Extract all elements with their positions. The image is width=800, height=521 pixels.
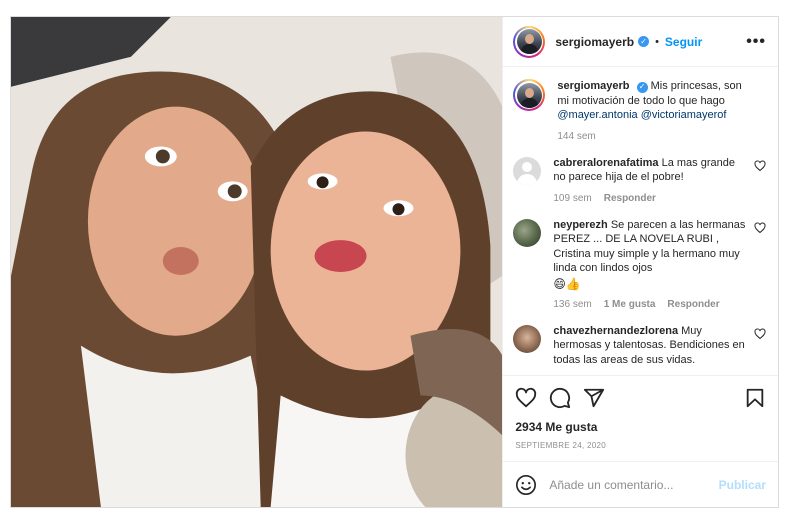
follow-button[interactable]: Seguir: [665, 35, 702, 49]
comment-like-heart-icon[interactable]: [754, 221, 766, 234]
comment-emojis: 😄👍: [553, 276, 581, 291]
post-side-panel: sergiomayerb ✓ • Seguir ••• sergiomayerb…: [502, 17, 778, 507]
comment-time[interactable]: 109 sem: [553, 193, 591, 204]
caption-time[interactable]: 144 sem: [557, 131, 595, 142]
comment-like-heart-icon[interactable]: [754, 327, 766, 340]
comment-item: chavezhernandezlorena Muy hermosas y tal…: [513, 324, 766, 368]
likes-count[interactable]: 2934 Me gusta: [515, 420, 766, 434]
post-header: sergiomayerb ✓ • Seguir •••: [503, 17, 778, 67]
publish-button[interactable]: Publicar: [719, 478, 766, 492]
caption-avatar[interactable]: [513, 79, 546, 111]
comment-time[interactable]: 136 sem: [553, 299, 591, 310]
post-photo[interactable]: [11, 17, 503, 507]
commenter-username[interactable]: neyperezh: [553, 219, 607, 231]
comment-input[interactable]: [549, 477, 719, 492]
commenter-avatar[interactable]: [513, 156, 542, 185]
instagram-post: sergiomayerb ✓ • Seguir ••• sergiomayerb…: [10, 16, 779, 508]
post-photo-illustration: [11, 17, 503, 507]
emoji-icon[interactable]: [515, 474, 537, 496]
comment-item: neyperezh Se parecen a las hermanas PERE…: [513, 218, 766, 310]
comment-icon[interactable]: [549, 387, 571, 409]
verified-badge-icon: ✓: [636, 81, 648, 93]
header-separator: •: [655, 35, 659, 48]
mention-link[interactable]: @victoriamayerof: [641, 109, 727, 121]
post-actions: 2934 Me gusta Septiembre 24, 2020: [503, 375, 778, 461]
more-options-icon[interactable]: •••: [746, 33, 766, 51]
comment-likes[interactable]: 1 Me gusta: [604, 299, 656, 310]
commenter-avatar[interactable]: [513, 324, 542, 353]
mention-link[interactable]: @mayer.antonia: [557, 109, 637, 121]
verified-badge-icon: ✓: [638, 36, 650, 47]
commenter-username[interactable]: cabreralorenafatima: [553, 157, 658, 169]
post-date[interactable]: Septiembre 24, 2020: [515, 441, 766, 450]
post-caption: sergiomayerb ✓ Mis princesas, son mi mot…: [513, 79, 766, 142]
comment-like-heart-icon[interactable]: [754, 159, 766, 172]
reply-button[interactable]: Responder: [604, 193, 656, 204]
add-comment-bar: Publicar: [503, 461, 778, 507]
author-avatar-image: [516, 29, 542, 54]
caption-username[interactable]: sergiomayerb: [557, 80, 629, 92]
caption-text: sergiomayerb ✓ Mis princesas, son mi mot…: [557, 79, 748, 123]
reply-button[interactable]: Responder: [667, 299, 719, 310]
heart-icon[interactable]: [515, 387, 537, 409]
bookmark-icon[interactable]: [744, 387, 766, 409]
commenter-username[interactable]: chavezhernandezlorena: [553, 325, 678, 337]
commenter-avatar[interactable]: [513, 218, 542, 247]
comments-list[interactable]: sergiomayerb ✓ Mis princesas, son mi mot…: [503, 67, 778, 375]
share-icon[interactable]: [583, 387, 605, 409]
author-username[interactable]: sergiomayerb: [555, 35, 634, 49]
author-avatar[interactable]: [513, 25, 546, 58]
comment-item: cabreralorenafatima La mas grande no par…: [513, 156, 766, 204]
